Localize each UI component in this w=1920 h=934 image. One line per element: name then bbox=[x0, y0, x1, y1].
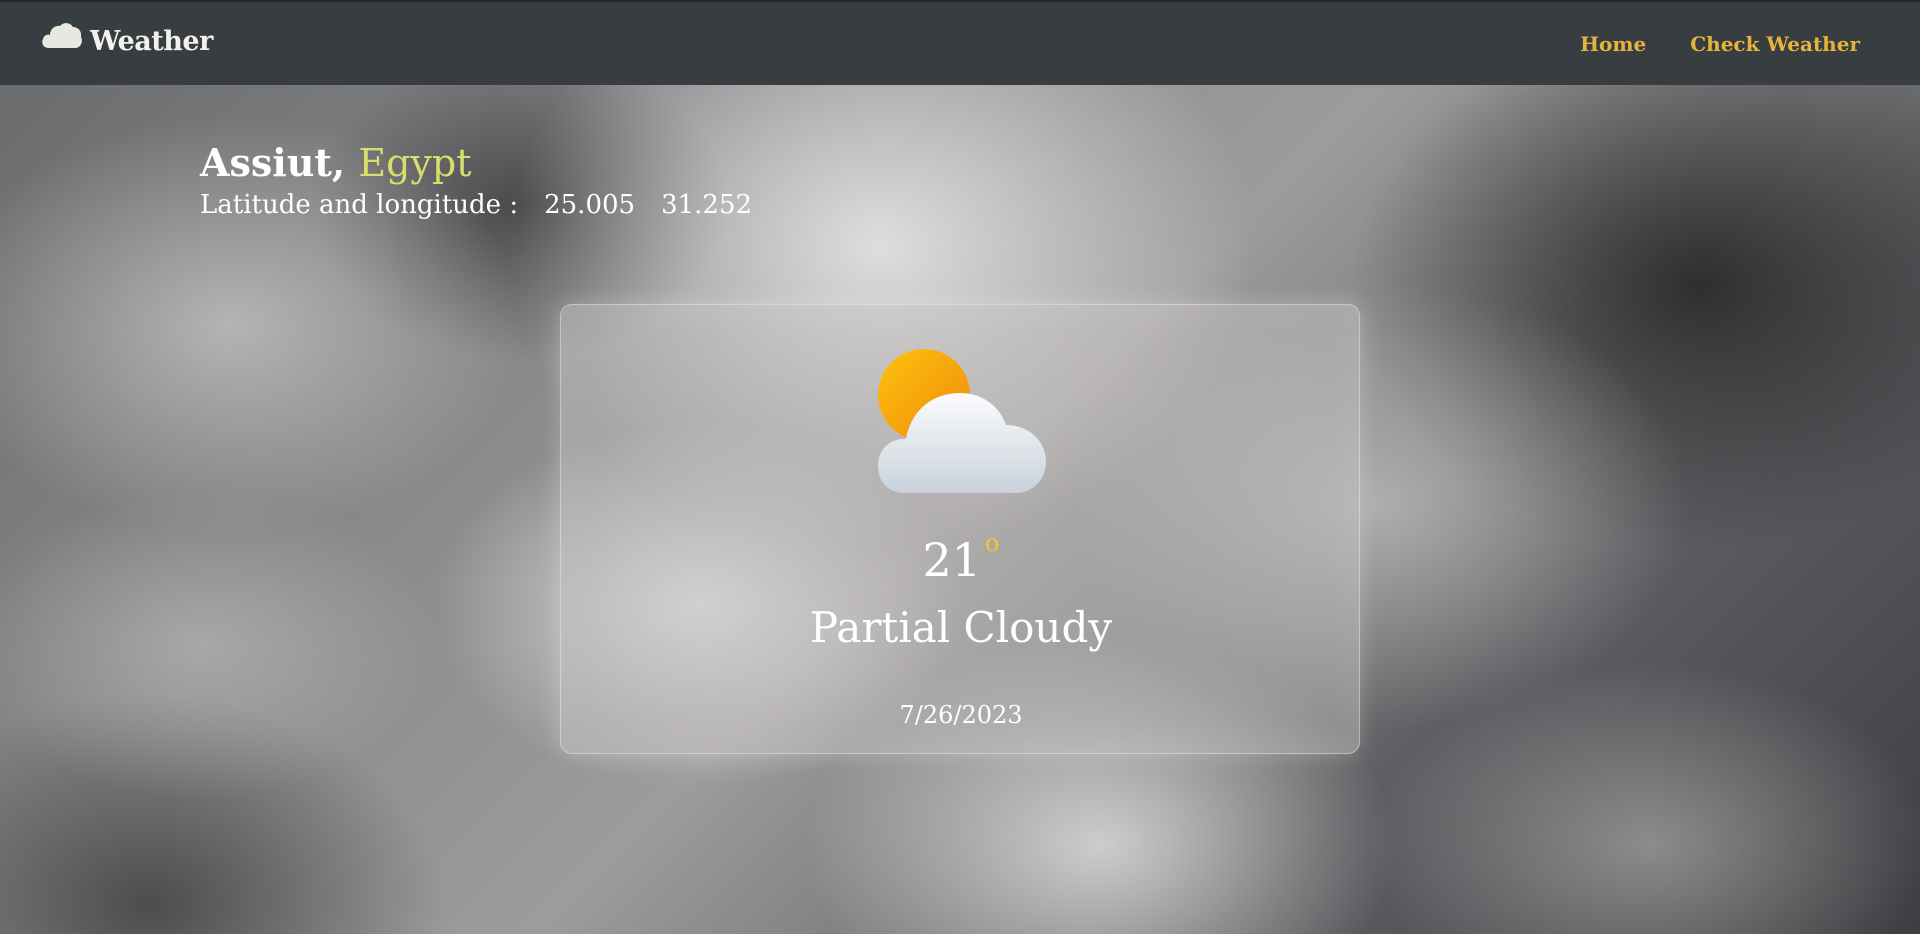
partly-cloudy-icon bbox=[878, 349, 1046, 493]
brand[interactable]: Weather bbox=[40, 12, 213, 57]
latitude-value: 25.005 bbox=[544, 190, 636, 220]
weather-card: 21 o Partial Cloudy 7/26/2023 bbox=[560, 304, 1360, 754]
country-name: Egypt bbox=[358, 141, 472, 185]
degree-symbol: o bbox=[985, 529, 1000, 557]
temperature: 21 o bbox=[561, 529, 1361, 587]
cloud-icon bbox=[42, 22, 82, 48]
longitude-value: 31.252 bbox=[661, 190, 753, 220]
weather-condition: Partial Cloudy bbox=[809, 603, 1113, 652]
nav-check-weather-link[interactable]: Check Weather bbox=[1690, 32, 1860, 56]
coordinates-label: Latitude and longitude : bbox=[200, 190, 519, 220]
location-title: Assiut, Egypt bbox=[200, 138, 752, 188]
temperature-value: 21 bbox=[922, 533, 982, 587]
weather-date: 7/26/2023 bbox=[899, 701, 1023, 729]
location-info: Assiut, Egypt Latitude and longitude : 2… bbox=[200, 138, 752, 222]
weather-page: Weather Home Check Weather Assiut, Egypt… bbox=[0, 0, 1920, 934]
nav-links: Home Check Weather bbox=[1580, 32, 1860, 56]
coordinates: Latitude and longitude : 25.005 31.252 bbox=[200, 188, 752, 222]
city-name: Assiut, bbox=[200, 140, 346, 185]
navbar: Weather Home Check Weather bbox=[0, 0, 1920, 85]
brand-label: Weather bbox=[90, 26, 213, 57]
nav-home-link[interactable]: Home bbox=[1580, 32, 1646, 56]
